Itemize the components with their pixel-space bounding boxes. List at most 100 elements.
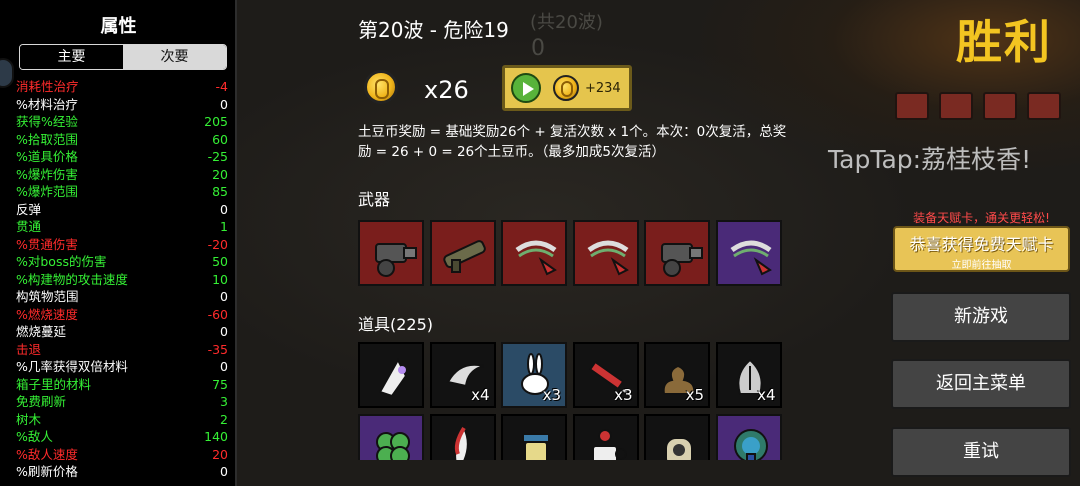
victory-title: 胜利 [956,15,1052,69]
stat-name: %道具价格 [16,149,78,164]
item-slot[interactable] [501,413,567,460]
stat-name: 树木 [16,411,42,427]
weapon-slot[interactable] [429,220,496,286]
stat-name: 箱子里的材料 [16,376,92,392]
stat-name: 免费刷新 [16,394,67,409]
item-slot[interactable] [429,413,496,460]
character-avatar-icon [0,58,14,88]
stat-value: 3 [220,394,228,409]
item-slot[interactable] [572,413,639,460]
item-slot[interactable] [715,413,782,460]
stat-list: 消耗性治疗 -4 %材料治疗 0 获得%经验 205 %拾取范围 60 %道具价格 -25 %爆炸伤… [16,78,228,481]
item-slot[interactable] [358,342,424,408]
item-slot[interactable]: x3 [572,342,639,408]
stat-row: 箱子里的材料 75 [16,376,228,394]
retry-button[interactable]: 重试 [891,427,1071,477]
stat-name: 获得%经验 [16,114,78,129]
weapons-row [358,220,782,286]
stat-value: 1 [220,219,228,234]
crate-icon [939,92,973,120]
item-count: x5 [685,386,704,404]
play-icon [511,73,541,103]
item-slot[interactable]: x5 [644,342,710,408]
item-slot[interactable] [644,413,710,460]
stat-row: 树木 2 [16,411,228,429]
stat-name: 反弹 [16,201,42,217]
stat-value: -20 [207,236,228,252]
watch-ad-button[interactable]: +234 [502,65,632,111]
stat-name: %爆炸伤害 [16,166,78,182]
stat-value: 10 [212,271,228,287]
tab-secondary[interactable]: 次要 [123,45,226,69]
stat-row: %爆炸伤害 20 [16,166,228,184]
stat-value: -60 [207,306,228,322]
weapon-slot[interactable] [715,220,782,286]
items-scroll-area[interactable]: x4 x3 x3 x5 x4 [358,342,788,460]
new-game-button[interactable]: 新游戏 [891,292,1071,342]
item-count: x4 [471,386,490,404]
stat-row: %爆炸范围 85 [16,183,228,201]
stat-row: %敌人速度 20 [16,446,228,464]
stat-name: 构筑物范围 [16,289,79,304]
main-menu-button[interactable]: 返回主菜单 [891,359,1071,409]
stat-row: %几率获得双倍材料 0 [16,358,228,376]
stat-value: 0 [220,201,228,217]
stats-tabs: 主要 次要 [19,44,227,70]
weapon-slot[interactable] [644,220,710,286]
stat-row: 击退 -35 [16,341,228,359]
item-slot[interactable] [358,413,424,460]
crate-icon [1027,92,1061,120]
stat-row: %贯通伤害 -20 [16,236,228,254]
stat-value: 75 [212,376,228,392]
stat-value: 20 [212,166,228,182]
stat-row: %敌人 140 [16,428,228,446]
wave-title: 第20波 - 危险19 [358,18,509,42]
stat-name: 贯通 [16,219,42,234]
talent-note: 装备天赋卡，通关更轻松! [913,211,1050,225]
weapon-slot[interactable] [358,220,424,286]
stat-name: %几率获得双倍材料 [16,359,128,374]
tab-primary[interactable]: 主要 [20,45,123,69]
stat-row: 构筑物范围 0 [16,288,228,306]
stat-row: %道具价格 -25 [16,148,228,166]
item-count: x3 [542,386,561,404]
crate-icon [895,92,929,120]
stat-name: 燃烧蔓延 [16,324,67,339]
stat-row: %构建物的攻击速度 10 [16,271,228,289]
weapons-label: 武器 [358,190,391,209]
stat-row: 贯通 1 [16,218,228,236]
stats-panel: 属性 主要 次要 消耗性治疗 -4 %材料治疗 0 获得%经验 205 %拾取范围 60 %道具… [0,0,237,486]
talent-card-subtitle: 立即前往抽取 [951,260,1012,271]
reward-description: 土豆币奖励 = 基础奖励26个 + 复活次数 x 1个。本次：0次复活，总奖励 … [358,124,787,160]
weapon-slot[interactable] [501,220,567,286]
background-zero: 0 [531,36,545,61]
potato-coin-icon [364,70,398,104]
stat-name: %对boss的伤害 [16,254,107,269]
stat-value: 2 [220,411,228,427]
background-wave-text: (共20波) [530,12,603,33]
stat-name: %燃烧速度 [16,306,78,322]
stat-name: 击退 [16,341,42,357]
stat-value: 0 [220,464,228,479]
crate-icon [983,92,1017,120]
taptap-watermark: TapTap:荔桂枝香! [828,145,1032,174]
stat-value: 0 [220,289,228,304]
item-slot[interactable]: x4 [429,342,496,408]
item-slot[interactable]: x4 [715,342,782,408]
free-talent-card-button[interactable]: 恭喜获得免费天赋卡 立即前往抽取 [893,226,1070,272]
stat-name: %构建物的攻击速度 [16,271,128,287]
stat-value: -4 [215,79,228,94]
stat-row: %拾取范围 60 [16,131,228,149]
loot-crates [895,92,1061,120]
stat-value: 0 [220,96,228,112]
stat-name: %爆炸范围 [16,184,78,199]
item-slot[interactable]: x3 [501,342,567,408]
ad-reward-amount: +234 [585,80,621,96]
weapon-slot[interactable] [572,220,639,286]
stat-value: 0 [220,359,228,374]
stat-value: 140 [204,429,228,444]
coin-count: x26 [424,76,469,104]
stat-row: 反弹 0 [16,201,228,219]
stat-row: %材料治疗 0 [16,96,228,114]
stat-name: %敌人速度 [16,446,78,462]
